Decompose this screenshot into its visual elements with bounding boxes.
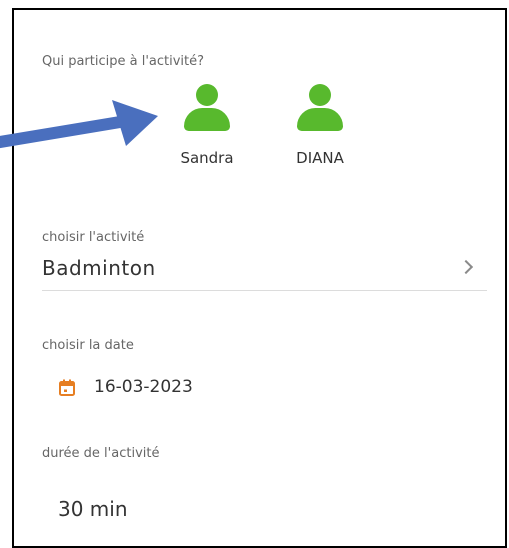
activity-label: choisir l'activité	[42, 230, 145, 245]
participants-label: Qui participe à l'activité?	[42, 54, 205, 69]
chevron-right-icon	[458, 259, 474, 275]
participant-sandra[interactable]: Sandra	[162, 78, 252, 167]
duration-value[interactable]: 30 min	[58, 497, 128, 521]
date-value: 16-03-2023	[94, 377, 193, 397]
duration-label: durée de l'activité	[42, 446, 160, 461]
participant-name: Sandra	[180, 149, 234, 167]
participant-name: DIANA	[296, 149, 344, 167]
calendar-icon	[59, 379, 75, 396]
person-icon	[181, 78, 233, 134]
date-label: choisir la date	[42, 338, 134, 353]
activity-value: Badminton	[42, 256, 156, 280]
activity-select[interactable]: Badminton	[42, 252, 487, 291]
participant-diana[interactable]: DIANA	[275, 78, 365, 167]
person-icon	[294, 78, 346, 134]
